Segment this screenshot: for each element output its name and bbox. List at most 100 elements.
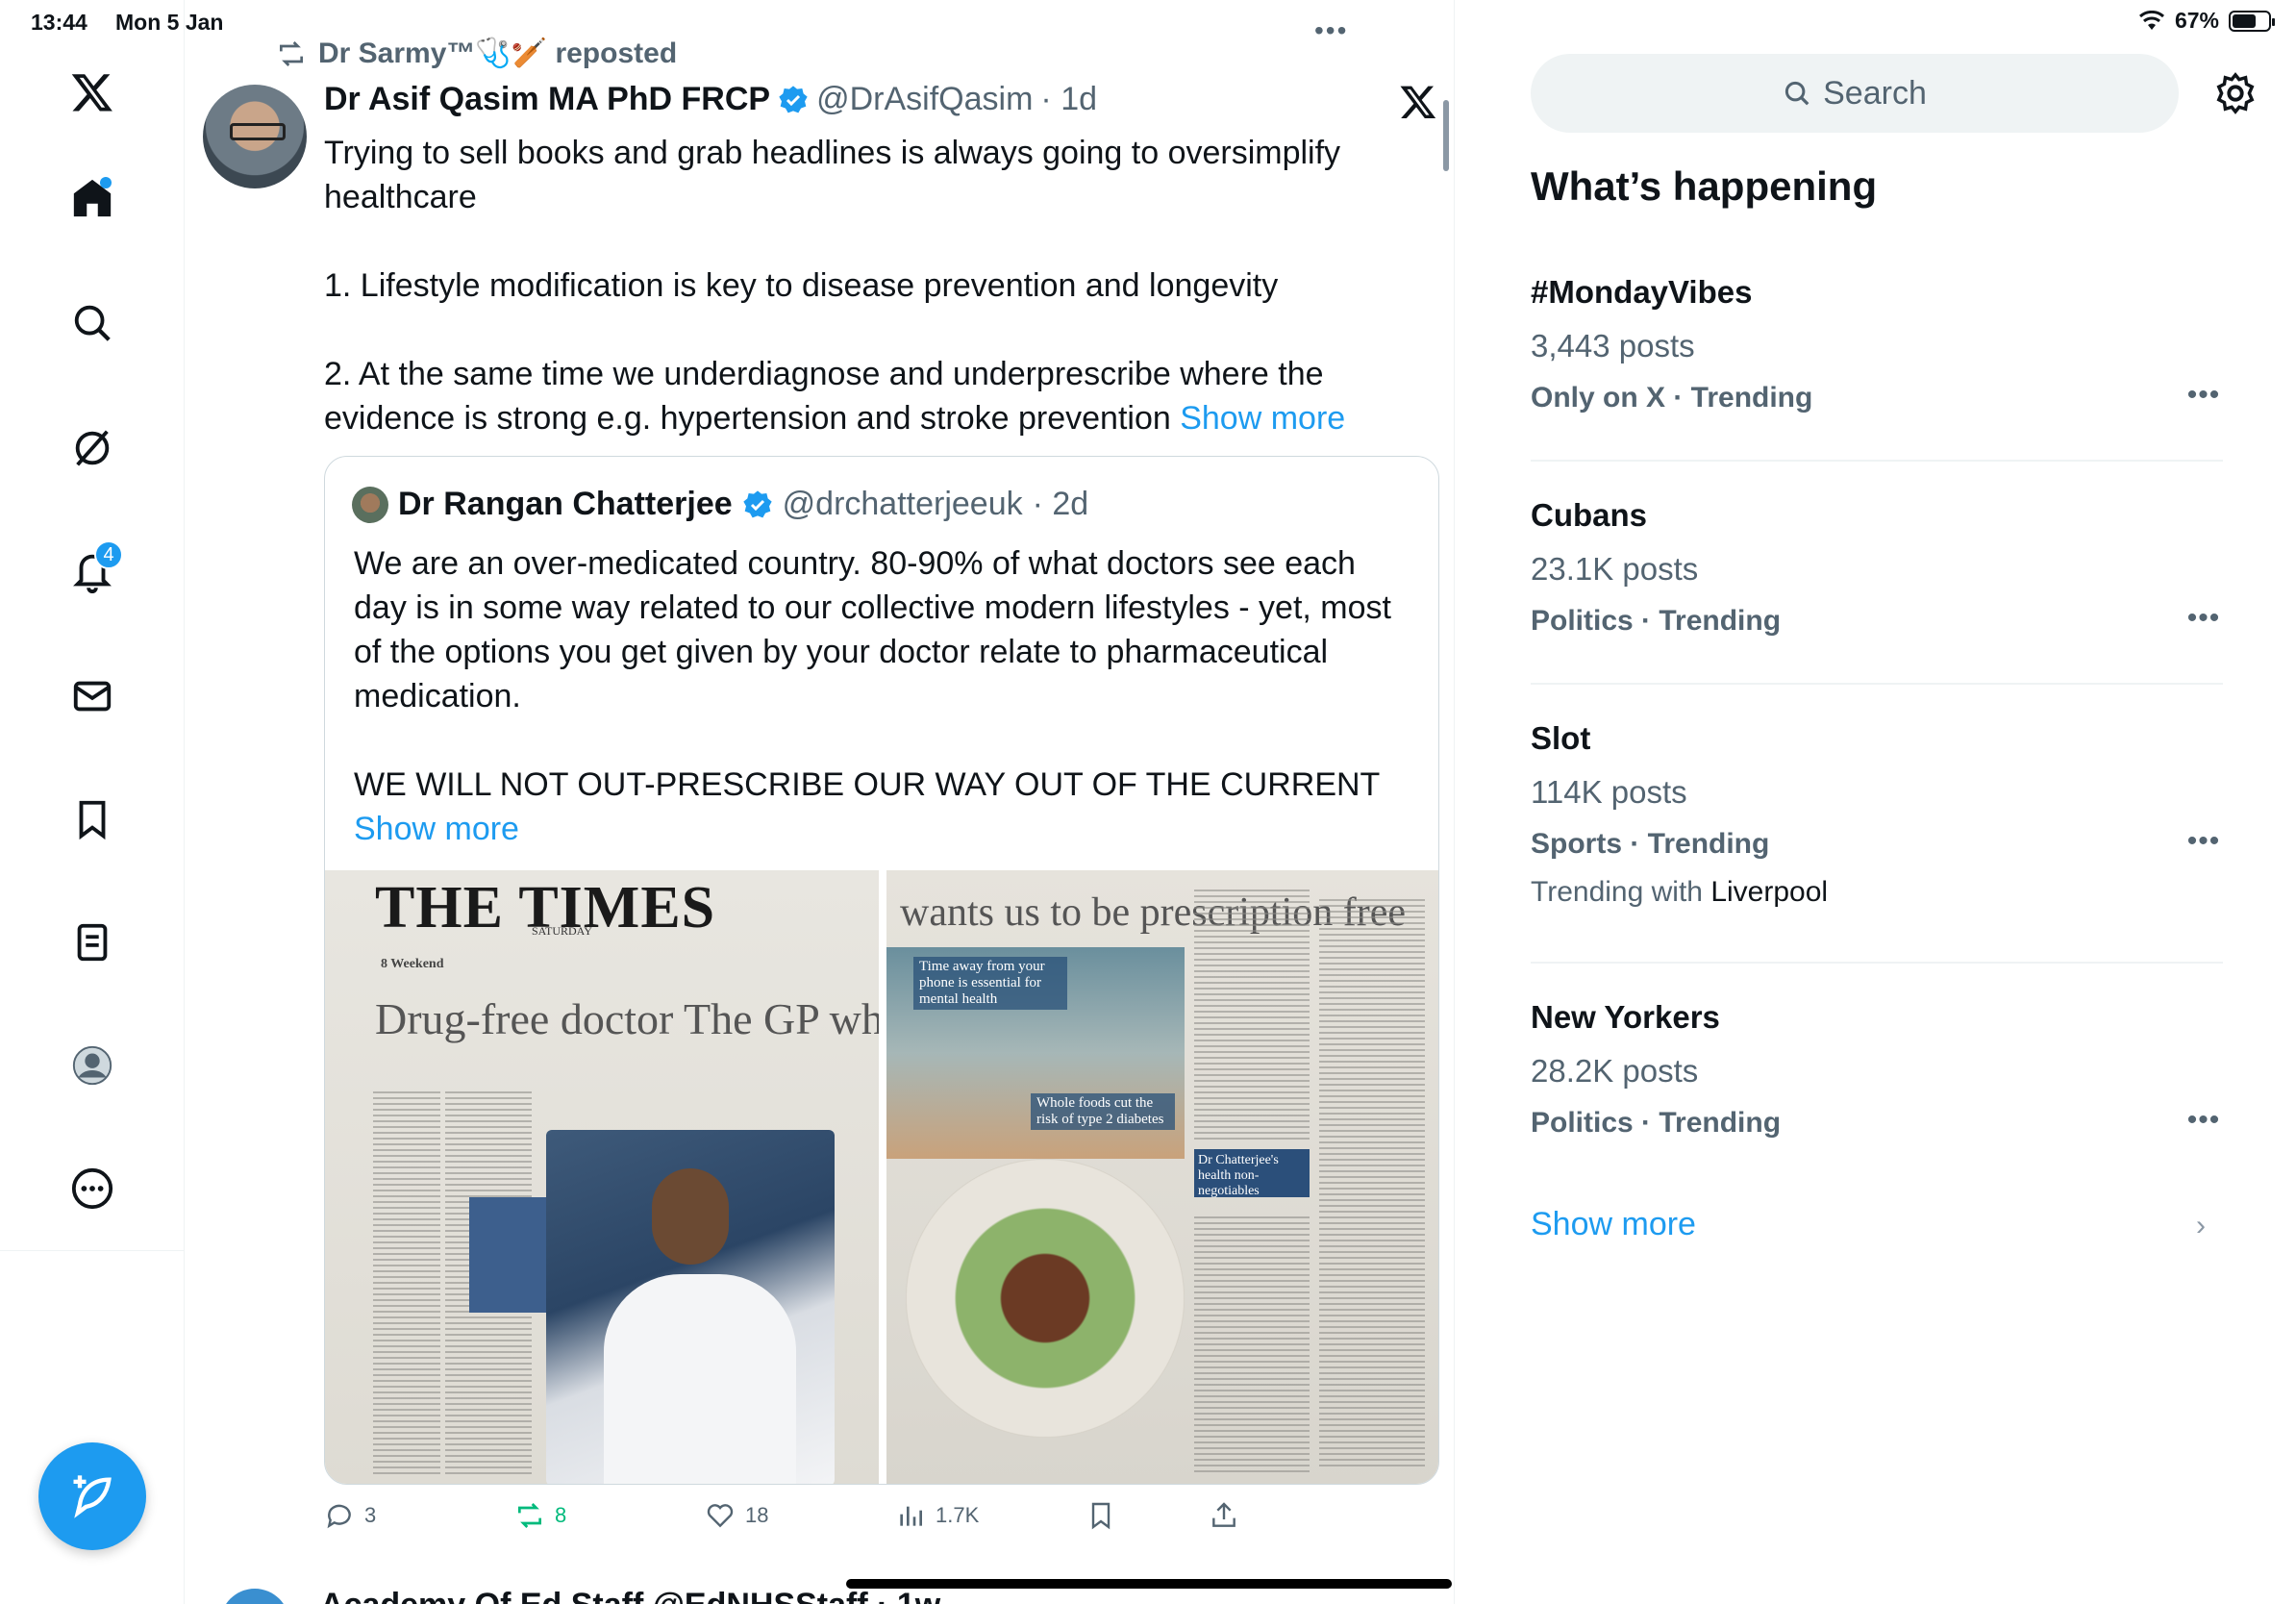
timeline: ••• Dr Sarmy™🩺🏏 reposted Dr Asif Qasim M… [186,0,1455,1604]
newspaper-column [1194,890,1310,1140]
quote-author-name: Dr Rangan Chatterjee [398,486,733,522]
search-placeholder: Search [1823,74,1927,112]
verified-badge-icon [778,85,809,115]
home-indicator[interactable] [846,1579,1452,1589]
scrollbar[interactable] [1443,100,1449,171]
reply-count: 3 [364,1503,377,1527]
newspaper-masthead-sub: SATURDAY [532,924,592,938]
photo-coat [604,1274,796,1484]
trend-meta: Only on X · Trending [1531,382,1813,414]
trend-item[interactable]: Cubans 23.1K posts Politics · Trending •… [1531,494,2223,640]
share-icon [1212,1502,1235,1527]
section-title: What’s happening [1531,163,1878,209]
notifications-badge: 4 [94,540,123,569]
trend-name: Slot [1531,720,1591,756]
newspaper-photo-left[interactable]: THE TIMES SATURDAY 8 Weekend Drug-free d… [325,870,879,1484]
x-logo-icon[interactable] [54,54,131,131]
bookmark-button[interactable] [1086,1500,1116,1531]
gear-icon[interactable] [2213,71,2258,115]
views-button[interactable]: 1.7K [895,1500,979,1531]
x-logo-icon[interactable] [1399,83,1437,121]
trend-item[interactable]: New Yorkers 28.2K posts Politics · Trend… [1531,996,2223,1142]
retweet-icon [280,40,303,66]
drag-handle-dots[interactable]: ••• [1314,15,1348,46]
bookmarks-icon[interactable] [54,781,131,858]
like-count: 18 [745,1503,769,1527]
show-more-link[interactable]: Show more [1180,400,1345,437]
quoted-tweet-card[interactable]: Dr Rangan Chatterjee @drchatterjeeuk · 2… [324,456,1439,1485]
trend-posts: 114K posts [1531,774,1687,810]
more-options-icon[interactable] [54,1150,131,1227]
quote-media: THE TIMES SATURDAY 8 Weekend Drug-free d… [325,870,1438,1484]
photo-caption: Time away from your phone is essential f… [913,957,1067,1010]
author-name[interactable]: Dr Asif Qasim MA PhD FRCP [324,81,770,118]
quote-text: We are an over-medicated country. 80-90%… [354,541,1411,851]
lists-icon[interactable] [54,904,131,981]
newspaper-photo-right[interactable]: wants us to be prescription free Time aw… [886,870,1438,1484]
next-tweet-avatar[interactable] [220,1589,289,1604]
trend-name: New Yorkers [1531,999,1720,1035]
tweet-text: Trying to sell books and grab headlines … [324,131,1410,440]
retweet-icon [518,1503,541,1528]
quote-show-more-link[interactable]: Show more [354,811,519,847]
trend-item[interactable]: Slot 114K posts Sports · Trending Trendi… [1531,717,2223,912]
tweet-line: Trying to sell books and grab headlines … [324,135,1341,215]
left-nav: 4 [0,0,185,1604]
search-icon [1785,81,1809,106]
home-icon[interactable] [54,160,131,237]
repost-button[interactable]: 8 [514,1500,566,1531]
profile-avatar-icon[interactable] [54,1027,131,1104]
next-tweet-author[interactable]: Academy Of Ed Staff @EdNHSStaff · 1w [320,1587,940,1604]
trend-with: Trending with Liverpool [1531,876,1829,908]
search-input[interactable]: Search [1531,54,2179,133]
trend-more-icon[interactable]: ••• [2184,1104,2223,1136]
reply-button[interactable]: 3 [324,1500,376,1531]
nav-divider [0,1250,185,1251]
right-sidebar: Search What’s happening #MondayVibes 3,4… [1456,0,2296,1604]
tweet-time[interactable]: · 1d [1040,81,1097,118]
trend-meta: Politics · Trending [1531,1107,1782,1139]
views-chart-icon [900,1506,922,1526]
search-icon[interactable] [54,285,131,362]
messages-envelope-icon[interactable] [54,658,131,735]
bookmark-icon [1091,1502,1111,1530]
repost-indicator: Dr Sarmy™🩺🏏 reposted [276,37,677,70]
newspaper-column [1319,899,1425,1466]
grok-icon[interactable] [54,410,131,487]
tweet-line: 1. Lifestyle modification is key to dise… [324,267,1279,304]
newspaper-section: 8 Weekend [381,957,444,971]
newspaper-column [373,1091,440,1476]
trend-name: #MondayVibes [1531,274,1753,310]
quote-author-avatar [352,486,388,523]
trend-more-icon[interactable]: ••• [2184,602,2223,634]
trend-posts: 3,443 posts [1531,328,1695,363]
plate-photo [906,1159,1185,1438]
author-handle[interactable]: @DrAsifQasim [816,81,1033,118]
repost-count: 8 [555,1503,567,1527]
trend-item[interactable]: #MondayVibes 3,443 posts Only on X · Tre… [1531,271,2223,417]
quote-line: We are an over-medicated country. 80-90%… [354,545,1391,714]
tweet-line: 2. At the same time we underdiagnose and… [324,356,1346,437]
feather-plus-icon [73,1475,112,1518]
notifications-bell-icon[interactable]: 4 [54,533,131,610]
trend-with-term[interactable]: Liverpool [1710,876,1828,908]
share-button[interactable] [1209,1500,1239,1531]
photo-face [652,1168,729,1265]
verified-badge-icon [742,489,773,520]
author-avatar[interactable] [203,85,307,188]
trend-meta: Sports · Trending [1531,828,1770,860]
trend-meta: Politics · Trending [1531,605,1782,637]
repost-label[interactable]: Dr Sarmy™🩺🏏 reposted [318,37,677,70]
trend-more-icon[interactable]: ••• [2184,825,2223,857]
quote-author-handle: @drchatterjeeuk [782,486,1023,522]
photo-caption: Whole foods cut the risk of type 2 diabe… [1031,1093,1175,1130]
trend-posts: 23.1K posts [1531,551,1699,587]
pull-quote-box [469,1197,546,1313]
show-more-trends-link[interactable]: Show more [1531,1206,1696,1243]
trend-more-icon[interactable]: ••• [2184,379,2223,411]
quote-line: WE WILL NOT OUT-PRESCRIBE OUR WAY OUT OF… [354,766,1380,847]
trend-divider [1531,962,2223,964]
compose-post-button[interactable] [38,1442,146,1550]
like-button[interactable]: 18 [705,1500,768,1531]
trend-posts: 28.2K posts [1531,1053,1699,1089]
